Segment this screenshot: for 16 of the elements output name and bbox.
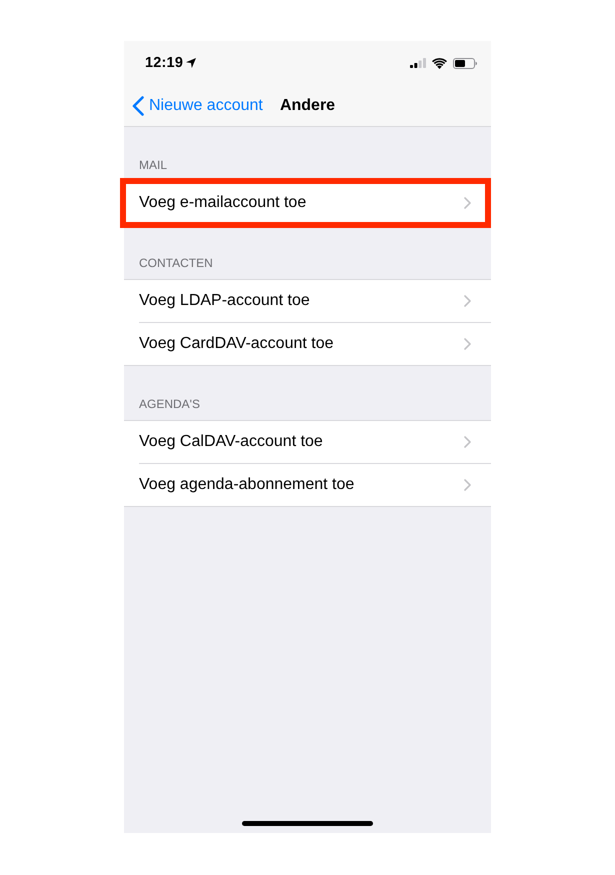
- section-header: CONTACTEN: [138, 255, 214, 272]
- battery-icon: [453, 58, 477, 68]
- chevron-icon: [464, 479, 471, 491]
- status-time: 12:19: [145, 55, 184, 71]
- chevron-icon: [464, 295, 471, 307]
- wifi-icon: [432, 58, 447, 68]
- location-arrow-icon: [186, 58, 196, 68]
- chevron-icon: [464, 197, 471, 209]
- nav-title: Andere: [280, 96, 336, 114]
- back-button[interactable]: Nieuwe account: [124, 96, 263, 116]
- signal-icon: [410, 58, 426, 68]
- chevron-icon: [464, 436, 471, 448]
- section-header: MAIL: [138, 157, 168, 174]
- section-header: AGENDA'S: [138, 396, 201, 413]
- back-chevron-icon: [132, 96, 144, 116]
- chevron-icon: [464, 338, 471, 350]
